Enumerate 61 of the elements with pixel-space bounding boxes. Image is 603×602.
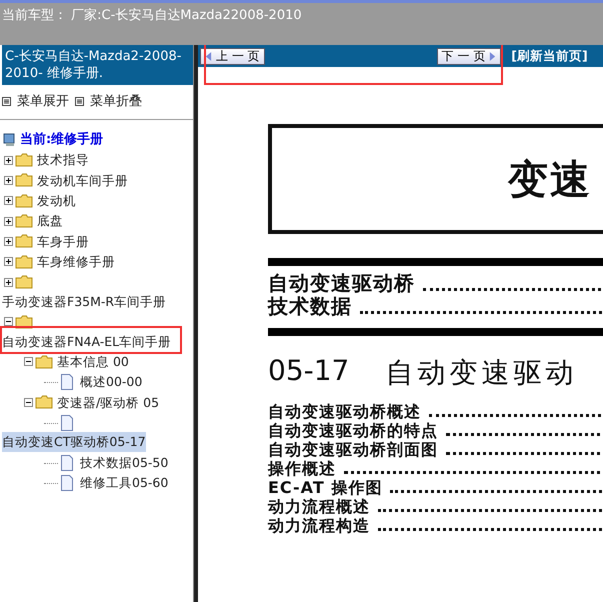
- tree-item[interactable]: 变速器/驱动桥 05: [57, 392, 160, 412]
- toc-entry[interactable]: 自动变速驱动桥概述: [268, 402, 421, 421]
- toc-entry[interactable]: 动力流程构造: [268, 516, 370, 535]
- next-page-button[interactable]: 下 一 页: [436, 48, 502, 64]
- toc-entry[interactable]: 操作概述: [268, 459, 336, 478]
- expand-icon[interactable]: [4, 196, 13, 206]
- tree-item[interactable]: 技术数据05-50: [80, 452, 168, 472]
- tree-root-label: 当前:维修手册: [20, 130, 104, 149]
- manual-title: C-长安马自达-Mazda2-2008-2010- 维修手册.: [2, 45, 193, 85]
- folder-icon: [35, 395, 53, 410]
- folder-icon: [15, 234, 33, 248]
- document-title: 变速: [508, 156, 592, 204]
- right-arrow-icon: [489, 50, 496, 62]
- toc-entry[interactable]: 自动变速驱动桥的特点: [268, 421, 438, 440]
- section-title: 自动变速驱动: [385, 355, 578, 391]
- toc-entry[interactable]: 自动变速驱动桥: [268, 272, 415, 295]
- folder-icon: [15, 314, 33, 329]
- folder-icon: [15, 254, 33, 269]
- tree-item[interactable]: 底盘: [37, 211, 63, 231]
- document-icon: [60, 474, 74, 491]
- expand-icon[interactable]: [4, 176, 13, 185]
- tree-item[interactable]: 技术指导: [37, 150, 89, 170]
- tree-item[interactable]: 发动机: [37, 190, 76, 210]
- folder-icon: [15, 214, 33, 228]
- previous-page-button[interactable]: 上 一 页: [200, 48, 265, 64]
- tree-item[interactable]: 发动机车间手册: [37, 170, 128, 190]
- tree-item[interactable]: 车身维修手册: [37, 252, 115, 272]
- menu-link[interactable]: 菜单展开: [17, 92, 69, 110]
- toc-entry[interactable]: EC-AT 操作图: [268, 478, 382, 497]
- collapse-icon[interactable]: [4, 317, 13, 326]
- expand-icon[interactable]: [4, 236, 13, 246]
- collapse-icon[interactable]: [24, 357, 33, 366]
- folder-icon: [35, 354, 53, 369]
- tree-item[interactable]: 车身手册: [37, 232, 89, 252]
- folder-icon: [15, 173, 33, 188]
- tree-item[interactable]: 基本信息 00: [57, 352, 129, 372]
- document-icon: [60, 374, 74, 390]
- toc-entry[interactable]: 技术数据: [268, 295, 352, 318]
- expand-icon[interactable]: [4, 278, 13, 287]
- expand-icon[interactable]: [4, 257, 13, 266]
- list-icon: [75, 96, 84, 106]
- toc-entry[interactable]: 动力流程概述: [268, 497, 370, 516]
- menu-link[interactable]: 菜单折叠: [90, 92, 142, 110]
- expand-icon[interactable]: [4, 216, 13, 226]
- refresh-link[interactable]: [刷新当前页]: [511, 48, 588, 64]
- tree-item[interactable]: 手动变速器F35M-R车间手册: [2, 292, 166, 312]
- tree-item[interactable]: 自动变速器FN4A-EL车间手册: [2, 332, 172, 352]
- tree-item[interactable]: 自动变速CT驱动桥05-17: [2, 432, 146, 452]
- vehicle-model-text: 当前车型： 厂家:C-长安马自达Mazda22008-2010: [1, 7, 303, 25]
- folder-icon: [15, 153, 33, 168]
- tree-item[interactable]: 概述00-00: [80, 372, 142, 392]
- folder-icon: [15, 275, 33, 290]
- document-icon: [60, 454, 74, 471]
- section-number: 05-17: [268, 354, 350, 389]
- expand-icon[interactable]: [4, 156, 13, 165]
- folder-icon: [15, 194, 33, 208]
- left-arrow-icon: [205, 50, 212, 62]
- toc-entry[interactable]: 自动变速驱动桥剖面图: [268, 440, 438, 459]
- document-icon: [60, 414, 74, 431]
- tree-item[interactable]: 维修工具05-60: [80, 473, 168, 493]
- collapse-icon[interactable]: [24, 398, 33, 407]
